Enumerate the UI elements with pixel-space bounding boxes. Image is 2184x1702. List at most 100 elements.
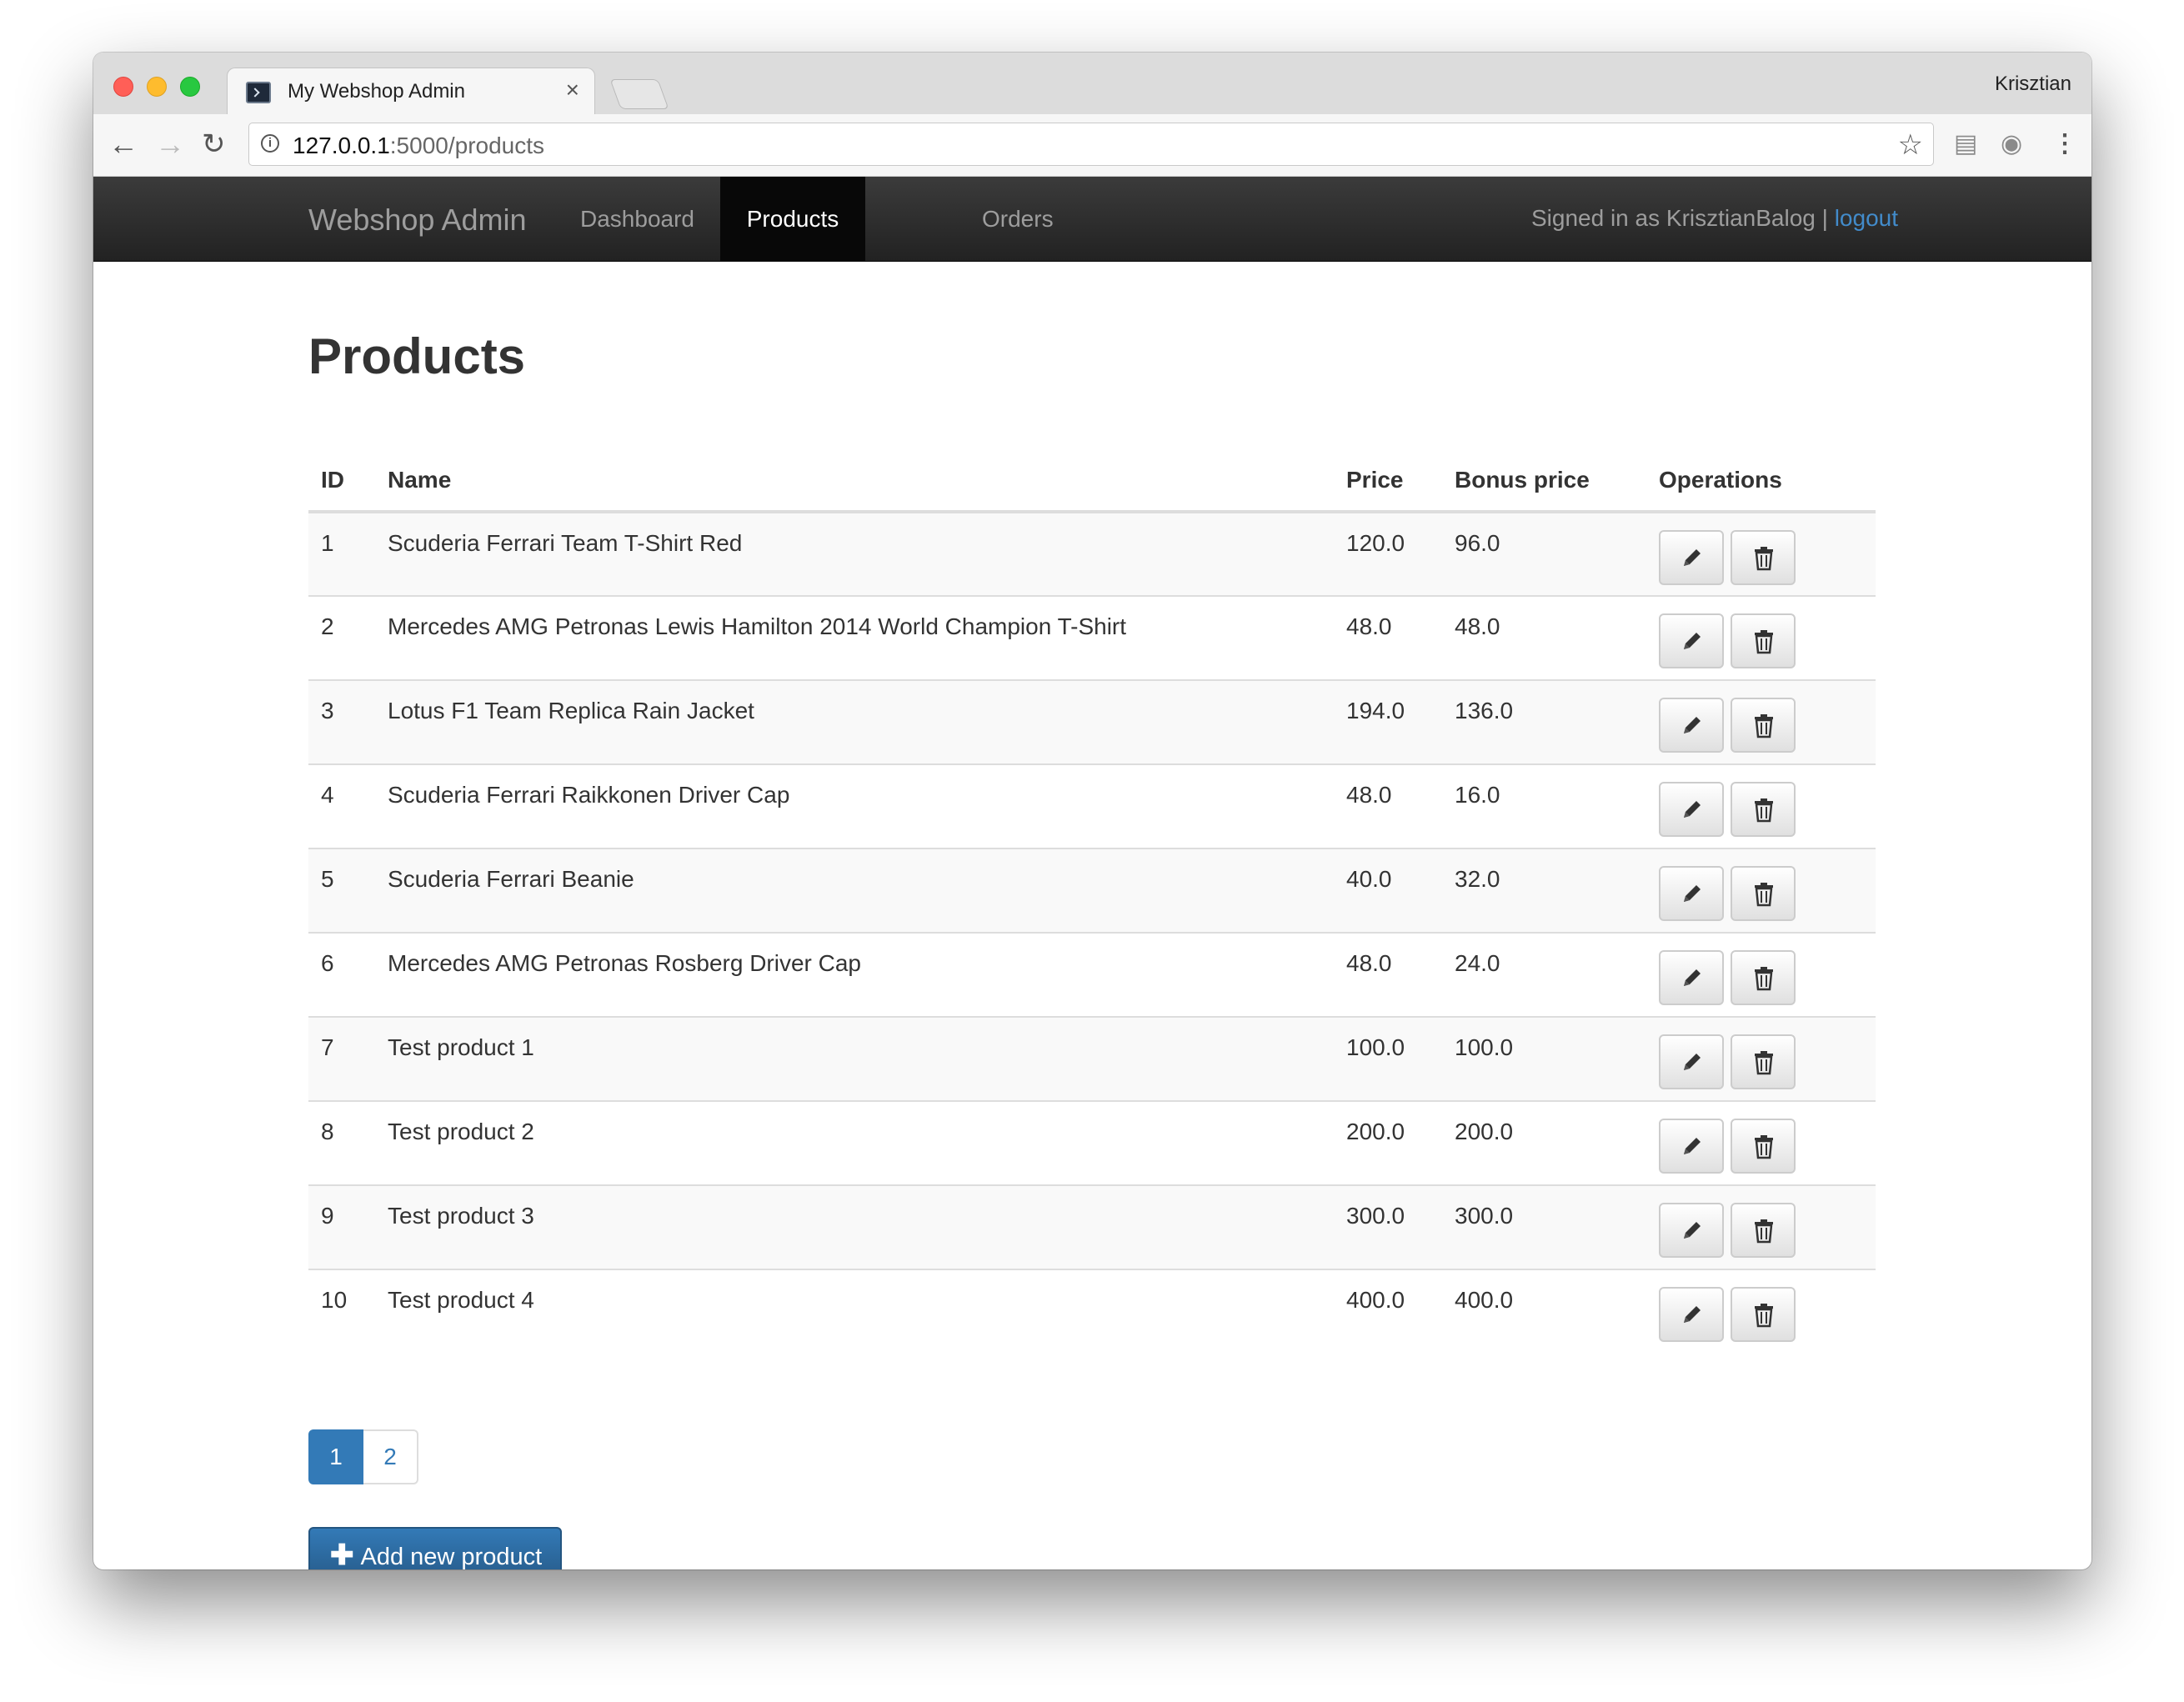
nav-dashboard[interactable]: Dashboard: [580, 177, 694, 261]
camera-icon[interactable]: ◉: [2001, 129, 2022, 158]
table-row: 6 Mercedes AMG Petronas Rosberg Driver Ca…: [308, 932, 1876, 1017]
edit-button[interactable]: [1659, 1119, 1724, 1174]
cell-price: 48.0: [1334, 763, 1442, 848]
url-text[interactable]: 127.0.0.1:5000/products: [293, 133, 544, 159]
navbar-brand[interactable]: Webshop Admin: [308, 203, 527, 238]
app-navbar: Webshop Admin Dashboard Products Orders …: [93, 177, 2091, 262]
cell-operations: [1646, 1016, 1876, 1101]
page-link-2[interactable]: 2: [363, 1429, 418, 1484]
column-header-bonus-price: Bonus price: [1442, 450, 1646, 513]
cell-bonus-price: 32.0: [1442, 848, 1646, 933]
close-window-button[interactable]: [113, 77, 133, 97]
table-row: 10 Test product 4 400.0 400.0: [308, 1269, 1876, 1354]
table-row: 4 Scuderia Ferrari Raikkonen Driver Cap 48…: [308, 763, 1876, 848]
cell-id: 6: [308, 932, 375, 1017]
cell-operations: [1646, 1269, 1876, 1354]
delete-button[interactable]: [1731, 1034, 1796, 1089]
cell-operations: [1646, 1100, 1876, 1185]
column-header-price: Price: [1334, 450, 1442, 513]
cell-id: 1: [308, 512, 375, 596]
cell-price: 100.0: [1334, 1016, 1442, 1101]
edit-button[interactable]: [1659, 1287, 1724, 1342]
page-link-1[interactable]: 1: [308, 1429, 363, 1484]
cell-bonus-price: 300.0: [1442, 1184, 1646, 1269]
edit-button[interactable]: [1659, 698, 1724, 753]
cell-name: Scuderia Ferrari Raikkonen Driver Cap: [375, 763, 1334, 848]
bookmark-star-icon[interactable]: ☆: [1898, 128, 1923, 162]
edit-button[interactable]: [1659, 613, 1724, 668]
cell-price: 48.0: [1334, 932, 1442, 1017]
delete-button[interactable]: [1731, 698, 1796, 753]
back-arrow-icon[interactable]: ←: [108, 128, 138, 161]
cell-name: Scuderia Ferrari Beanie: [375, 848, 1334, 933]
table-header-row: ID Name Price Bonus price Operations: [308, 450, 1876, 513]
cell-bonus-price: 96.0: [1442, 512, 1646, 596]
delete-button[interactable]: [1731, 1287, 1796, 1342]
cell-bonus-price: 16.0: [1442, 763, 1646, 848]
add-new-product-label: Add new product: [360, 1544, 543, 1569]
cell-name: Test product 1: [375, 1016, 1334, 1101]
cell-name: Test product 3: [375, 1184, 1334, 1269]
column-header-operations: Operations: [1646, 450, 1876, 513]
table-row: 1 Scuderia Ferrari Team T-Shirt Red 120.0 9…: [308, 512, 1876, 596]
cell-bonus-price: 400.0: [1442, 1269, 1646, 1354]
cell-operations: [1646, 595, 1876, 680]
cell-operations: [1646, 512, 1876, 596]
logout-link[interactable]: logout: [1835, 205, 1898, 231]
edit-button[interactable]: [1659, 950, 1724, 1005]
cell-price: 120.0: [1334, 512, 1442, 596]
cell-operations: [1646, 763, 1876, 848]
edit-button[interactable]: [1659, 782, 1724, 837]
cell-id: 10: [308, 1269, 375, 1354]
reload-icon[interactable]: ↻: [202, 128, 226, 161]
cell-name: Mercedes AMG Petronas Lewis Hamilton 201…: [375, 595, 1334, 680]
cell-name: Lotus F1 Team Replica Rain Jacket: [375, 679, 1334, 764]
add-new-product-button[interactable]: ✚ Add new product: [308, 1527, 562, 1569]
cell-operations: [1646, 932, 1876, 1017]
nav-orders[interactable]: Orders: [982, 177, 1054, 261]
menu-kebab-icon[interactable]: ⋮: [2052, 129, 2077, 158]
info-icon[interactable]: i: [261, 134, 279, 153]
delete-button[interactable]: [1731, 1203, 1796, 1258]
profile-name[interactable]: Krisztian: [1995, 73, 2071, 96]
cell-bonus-price: 100.0: [1442, 1016, 1646, 1101]
delete-button[interactable]: [1731, 950, 1796, 1005]
cell-id: 3: [308, 679, 375, 764]
edit-button[interactable]: [1659, 1034, 1724, 1089]
minimize-window-button[interactable]: [147, 77, 167, 97]
table-row: 5 Scuderia Ferrari Beanie 40.0 32.0: [308, 848, 1876, 933]
tab-title: My Webshop Admin: [288, 80, 465, 103]
maximize-window-button[interactable]: [180, 77, 200, 97]
delete-button[interactable]: [1731, 1119, 1796, 1174]
terminal-icon: [246, 82, 271, 103]
url-host: 127.0.0.1: [293, 133, 390, 158]
delete-button[interactable]: [1731, 866, 1796, 921]
edit-button[interactable]: [1659, 866, 1724, 921]
nav-products[interactable]: Products: [720, 177, 865, 261]
cell-id: 5: [308, 848, 375, 933]
browser-tab[interactable]: My Webshop Admin ×: [227, 68, 595, 116]
cell-name: Test product 4: [375, 1269, 1334, 1354]
column-header-name: Name: [375, 450, 1334, 513]
edit-button[interactable]: [1659, 1203, 1724, 1258]
cell-price: 400.0: [1334, 1269, 1442, 1354]
column-header-id: ID: [308, 450, 375, 513]
table-row: 8 Test product 2 200.0 200.0: [308, 1100, 1876, 1185]
edit-button[interactable]: [1659, 530, 1724, 585]
browser-window: My Webshop Admin × Krisztian ← → ↻ i 127…: [93, 53, 2091, 1569]
address-bar[interactable]: i 127.0.0.1:5000/products ☆: [248, 123, 1934, 166]
cell-price: 194.0: [1334, 679, 1442, 764]
delete-button[interactable]: [1731, 613, 1796, 668]
forward-arrow-icon[interactable]: →: [155, 128, 185, 161]
reader-icon[interactable]: ▤: [1954, 129, 1977, 158]
cell-id: 4: [308, 763, 375, 848]
tab-close-button[interactable]: ×: [566, 77, 579, 103]
url-path: :5000/products: [389, 133, 545, 158]
cell-name: Mercedes AMG Petronas Rosberg Driver Cap: [375, 932, 1334, 1017]
table-row: 7 Test product 1 100.0 100.0: [308, 1016, 1876, 1101]
delete-button[interactable]: [1731, 782, 1796, 837]
cell-price: 48.0: [1334, 595, 1442, 680]
cell-price: 40.0: [1334, 848, 1442, 933]
delete-button[interactable]: [1731, 530, 1796, 585]
new-tab-button[interactable]: [609, 79, 669, 109]
